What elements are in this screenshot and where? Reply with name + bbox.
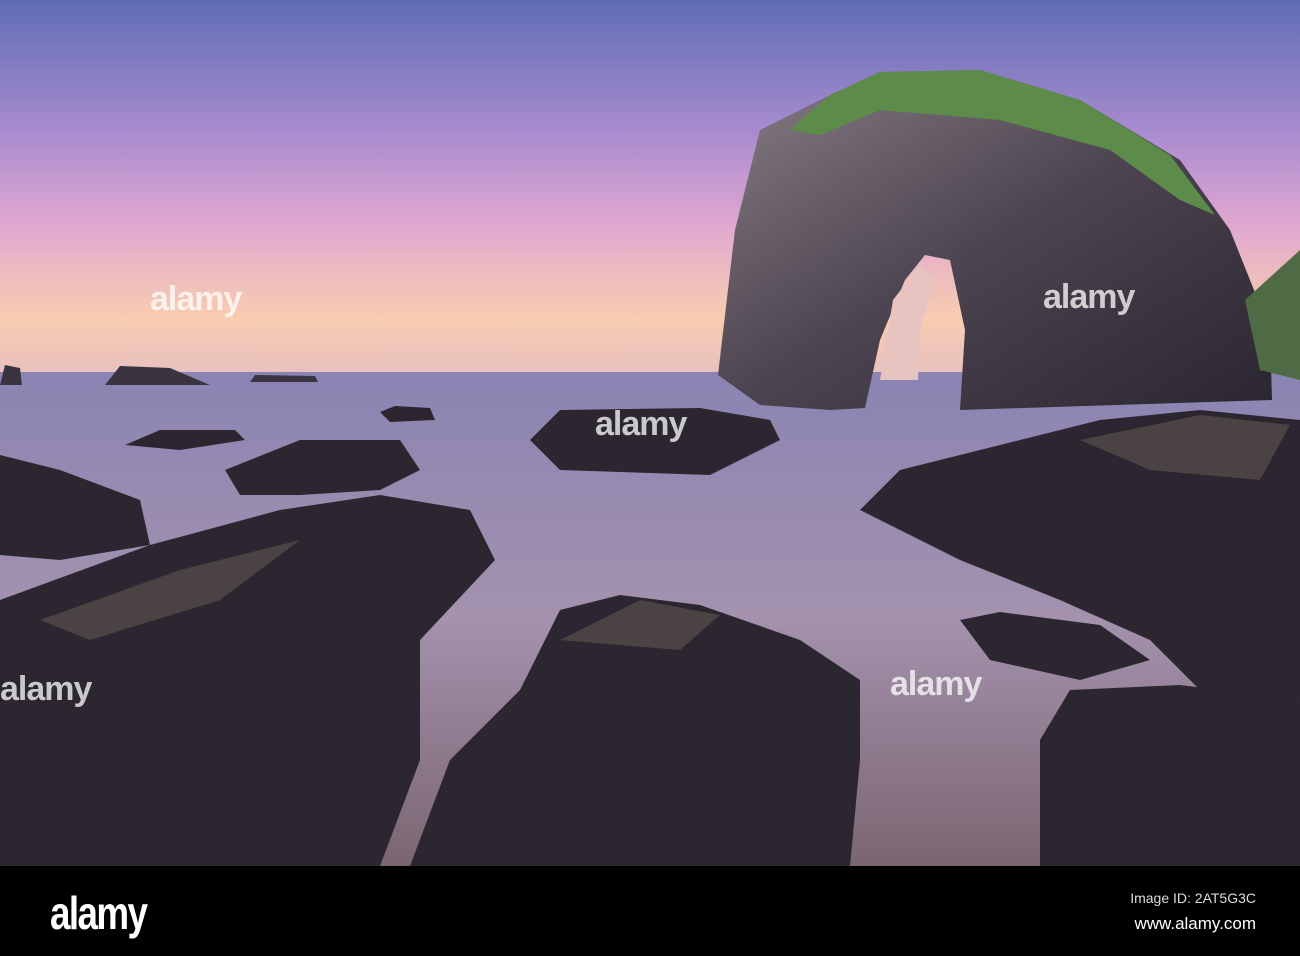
photo-page: alamy alamy alamy alamy alamy alamy Imag…	[0, 0, 1300, 956]
site-url: www.alamy.com	[1134, 914, 1256, 933]
watermark-overlay: alamy	[595, 405, 687, 443]
watermark-overlay: alamy	[890, 665, 982, 703]
watermark-overlay: alamy	[0, 670, 92, 708]
alamy-logo: alamy	[50, 887, 148, 939]
footer-bar: alamy Image ID: 2AT5G3C www.alamy.com	[0, 866, 1300, 956]
watermark-overlay: alamy	[1043, 278, 1135, 316]
image-id: Image ID: 2AT5G3C	[1130, 890, 1256, 906]
watermark-overlay: alamy	[150, 280, 242, 318]
